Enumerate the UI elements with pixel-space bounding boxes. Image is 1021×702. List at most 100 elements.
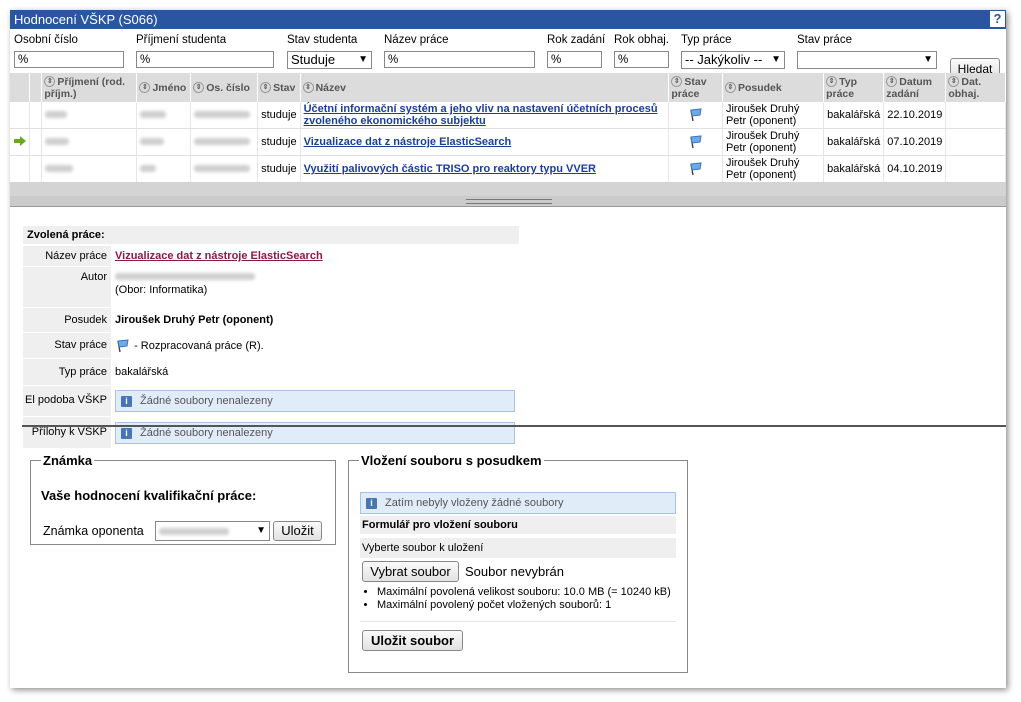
detail-label: Typ práce (23, 359, 111, 385)
grade-select[interactable]: ▼ (155, 521, 270, 541)
header-check (29, 73, 43, 102)
cell-prijmeni (41, 155, 138, 183)
detail-row-posudek: Posudek Jiroušek Druhý Petr (oponent) (23, 308, 519, 333)
detail-row-prilohy: Přílohy k VŠKP i Žádné soubory nenalezeny (23, 417, 519, 449)
cell-typ-prace: bakalářská (823, 102, 885, 129)
cell-jmeno (136, 128, 192, 156)
splitter-grip-icon[interactable] (466, 199, 552, 204)
cell-os-cislo (190, 155, 259, 183)
sort-icon: ⇕ (193, 82, 205, 94)
detail-row-typ: Typ práce bakalářská (23, 359, 519, 386)
selected-work-heading: Zvolená práce: (23, 226, 519, 244)
selected-work-link[interactable]: Vizualizace dat z nástroje ElasticSearch (115, 250, 323, 262)
cell-stav: studuje (257, 102, 301, 129)
header-typ-prace[interactable]: ⇕ Typ práce (823, 73, 885, 102)
upload-divider (360, 621, 676, 622)
sort-icon: ⇕ (139, 82, 151, 94)
header-nazev[interactable]: ⇕ Název (300, 73, 670, 102)
filter-label-stav-prace: Stav práce (797, 34, 852, 46)
upload-legend: Vložení souboru s posudkem (361, 453, 542, 468)
flag-icon (117, 339, 129, 353)
flag-icon (689, 108, 702, 122)
grade-label: Známka oponenta (43, 524, 144, 538)
cell-prijmeni (41, 102, 138, 129)
sort-icon: ⇕ (724, 82, 736, 94)
cell-os-cislo (190, 128, 259, 156)
cell-stav-prace (668, 102, 723, 129)
panel-splitter[interactable] (10, 196, 1006, 207)
sort-icon: ⇕ (44, 76, 56, 88)
list-item: Maximální povolená velikost souboru: 10.… (377, 586, 671, 599)
table-row[interactable]: studuje Využití palivových částic TRISO … (10, 155, 1006, 183)
filter-bar: Osobní číslo % Příjmení studenta % Stav … (10, 29, 1006, 80)
table-header-row: ⇕ Příjmení (rod. příjm.) ⇕ Jméno ⇕ Os. čísl… (10, 73, 1006, 102)
sort-icon: ⇕ (671, 76, 683, 88)
filter-nazev-prace-input[interactable]: % (384, 51, 535, 68)
list-item: Maximální povolený počet vložených soubo… (377, 599, 671, 612)
detail-label: El podoba VŠKP (23, 386, 111, 416)
chevron-down-icon: ▼ (771, 54, 781, 65)
upload-info-box: i Zatím nebyly vloženy žádné soubory (360, 492, 676, 514)
works-table: ⇕ Příjmení (rod. příjm.) ⇕ Jméno ⇕ Os. čísl… (10, 73, 1006, 183)
work-title-link[interactable]: Účetní informační systém a jeho vliv na … (304, 103, 658, 127)
detail-row-stav: Stav práce - Rozpracovaná práce (R). (23, 333, 519, 359)
header-stav[interactable]: ⇕ Stav (257, 73, 301, 102)
author-field: (Obor: Informatika) (115, 284, 208, 296)
cell-stav: studuje (257, 155, 301, 183)
cell-posudek: Jiroušek Druhý Petr (oponent) (722, 128, 825, 156)
header-prijmeni[interactable]: ⇕ Příjmení (rod. příjm.) (41, 73, 138, 102)
filter-stav-studenta-select[interactable]: Studuje ▼ (287, 51, 372, 69)
header-dat-obhaj[interactable]: ⇕ Dat. obhaj. (945, 73, 1006, 102)
flag-icon (689, 162, 702, 176)
filter-rok-zadani-input[interactable]: % (547, 51, 602, 68)
header-posudek[interactable]: ⇕ Posudek (722, 73, 825, 102)
table-row[interactable]: studuje Vizualizace dat z nástroje Elast… (10, 128, 1006, 156)
cell-stav-prace (668, 128, 723, 156)
cell-nazev: Účetní informační systém a jeho vliv na … (300, 102, 670, 129)
row-marker (10, 155, 31, 183)
header-datum-zadani[interactable]: ⇕ Datum zadání (883, 73, 947, 102)
grade-select-value-redacted (159, 527, 229, 535)
grade-save-button[interactable]: Uložit (273, 521, 322, 541)
cell-nazev: Vizualizace dat z nástroje ElasticSearch (300, 128, 670, 156)
cell-stav-prace (668, 155, 723, 183)
filter-typ-prace-select[interactable]: -- Jakýkoliv -- ▼ (681, 51, 785, 69)
work-title-link[interactable]: Vizualizace dat z nástroje ElasticSearch (304, 136, 512, 148)
filter-osobni-cislo-input[interactable]: % (14, 51, 124, 68)
chevron-down-icon: ▼ (923, 54, 933, 65)
cell-typ-prace: bakalářská (823, 155, 885, 183)
filter-label-prijmeni: Příjmení studenta (136, 34, 227, 46)
info-icon: i (121, 395, 132, 407)
help-icon[interactable]: ? (990, 11, 1005, 27)
detail-label: Stav práce (23, 333, 111, 358)
cell-typ-prace: bakalářská (823, 128, 885, 156)
upload-limits-list: Maximální povolená velikost souboru: 10.… (360, 586, 671, 612)
cell-datum-zadani: 07.10.2019 (883, 128, 947, 156)
cell-os-cislo (190, 102, 259, 129)
sort-icon: ⇕ (826, 76, 838, 88)
save-file-button[interactable]: Uložit soubor (362, 630, 463, 651)
detail-row-el-podoba: El podoba VŠKP i Žádné soubory nenalezeny (23, 386, 519, 417)
grade-heading: Vaše hodnocení kvalifikační práce: (41, 488, 257, 503)
filter-prijmeni-input[interactable]: % (136, 51, 274, 68)
sort-icon: ⇕ (302, 82, 314, 94)
filter-rok-obhaj-input[interactable]: % (614, 51, 669, 68)
choose-file-button[interactable]: Vybrat soubor (362, 561, 459, 582)
window-titlebar: Hodnocení VŠKP (S066) ? (10, 10, 1006, 29)
info-box: i Žádné soubory nenalezeny (115, 390, 515, 412)
table-row[interactable]: studuje Účetní informační systém a jeho … (10, 102, 1006, 129)
filter-label-nazev-prace: Název práce (384, 34, 449, 46)
row-check (29, 128, 43, 156)
header-jmeno[interactable]: ⇕ Jméno (136, 73, 192, 102)
work-title-link[interactable]: Využití palivových částic TRISO pro reak… (304, 163, 596, 175)
row-check (29, 102, 43, 129)
filter-label-rok-zadani: Rok zadání (547, 34, 606, 46)
sort-icon: ⇕ (948, 76, 960, 88)
window-title: Hodnocení VŠKP (S066) (14, 12, 158, 27)
filter-label-typ-prace: Typ práce (681, 34, 732, 46)
filter-typ-prace-value: -- Jakýkoliv -- (685, 52, 763, 67)
header-stav-prace[interactable]: ⇕ Stav práce (668, 73, 723, 102)
header-os-cislo[interactable]: ⇕ Os. číslo (190, 73, 259, 102)
info-icon: i (366, 497, 377, 509)
filter-stav-prace-select[interactable]: ▼ (797, 51, 937, 69)
